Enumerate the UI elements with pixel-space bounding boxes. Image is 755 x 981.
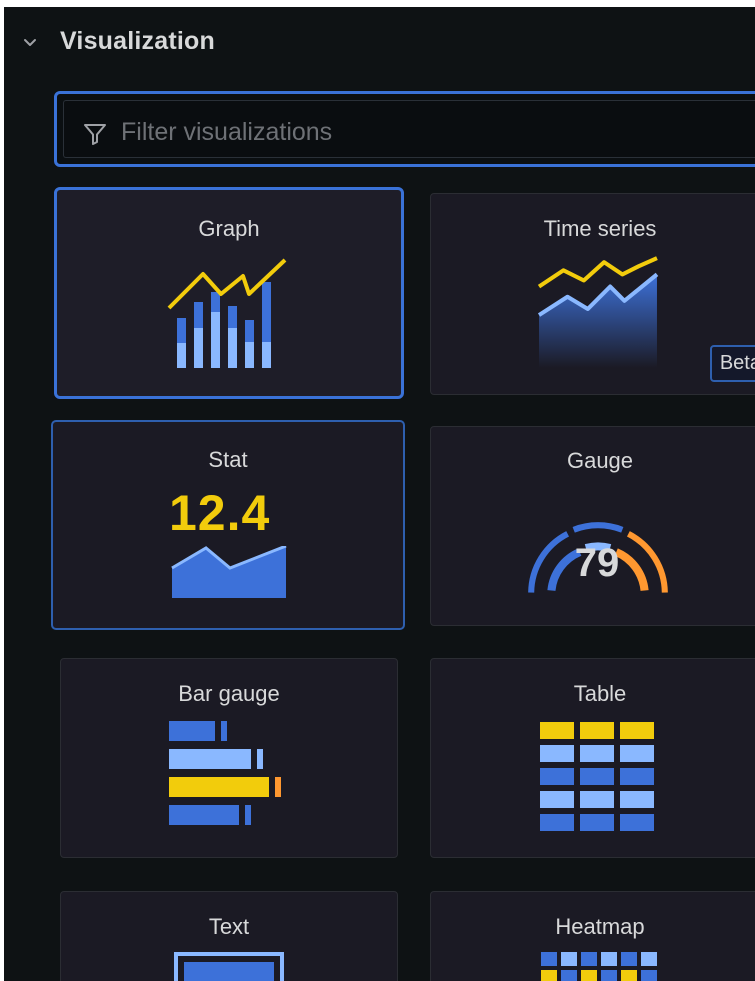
timeseries-icon <box>537 256 659 368</box>
viz-card-text[interactable]: Text <box>60 891 398 981</box>
stat-value: 12.4 <box>169 485 271 541</box>
card-label: Bar gauge <box>178 681 280 706</box>
card-label: Heatmap <box>555 914 645 939</box>
viz-card-stat[interactable]: Stat 12.4 <box>51 420 405 630</box>
filter-box[interactable] <box>54 91 755 167</box>
chevron-down-icon[interactable] <box>22 34 38 50</box>
card-label: Gauge <box>566 448 634 473</box>
gauge-value: 79 <box>574 541 620 585</box>
text-icon <box>174 952 284 981</box>
visualization-panel: Visualization Graph Time series <box>4 7 755 981</box>
viz-card-timeseries[interactable]: Time series Beta <box>430 193 755 395</box>
card-label: Table <box>573 681 627 706</box>
filter-input[interactable] <box>119 112 723 152</box>
graph-icon <box>167 258 287 368</box>
section-title: Visualization <box>60 27 215 55</box>
viz-card-heatmap[interactable]: Heatmap <box>430 891 755 981</box>
card-label: Stat <box>208 447 248 472</box>
bargauge-icon <box>169 721 281 825</box>
viz-card-bargauge[interactable]: Bar gauge <box>60 658 398 858</box>
card-label: Time series <box>543 216 657 241</box>
heatmap-icon <box>541 952 657 981</box>
table-icon <box>540 722 654 831</box>
card-label: Text <box>208 914 250 939</box>
viz-card-table[interactable]: Table <box>430 658 755 858</box>
viz-card-graph[interactable]: Graph <box>54 187 404 399</box>
stat-sparkline-icon <box>171 546 287 598</box>
card-label: Graph <box>198 216 260 241</box>
beta-badge: Beta <box>709 345 755 382</box>
section-header[interactable]: Visualization <box>4 23 755 63</box>
viz-card-gauge[interactable]: Gauge 79 <box>430 426 755 626</box>
filter-icon <box>84 124 106 145</box>
